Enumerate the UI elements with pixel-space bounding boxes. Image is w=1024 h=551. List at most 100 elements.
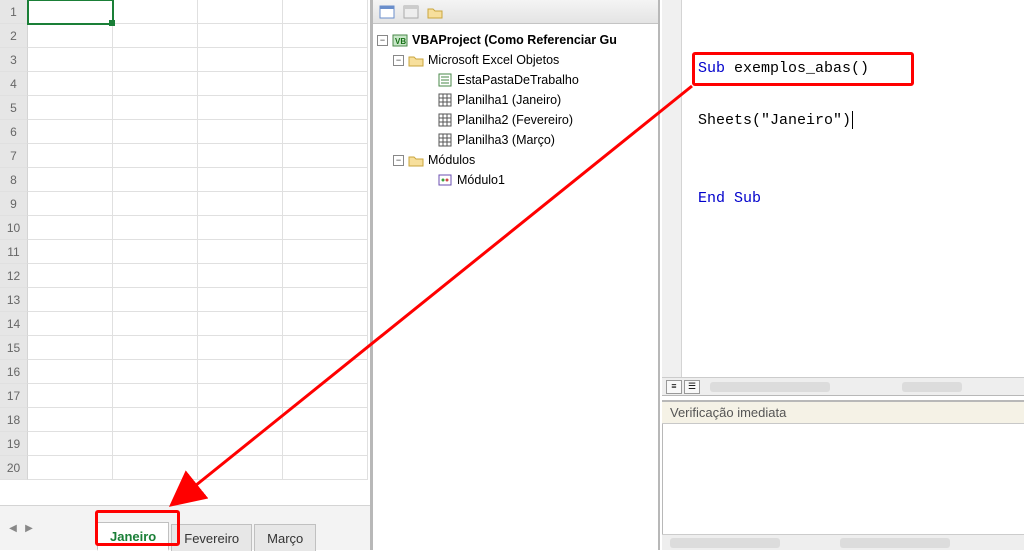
cell[interactable] xyxy=(198,360,283,384)
cell[interactable] xyxy=(28,336,113,360)
tab-scroll-next-icon[interactable]: ▶ xyxy=(22,519,36,537)
row-header[interactable]: 11 xyxy=(0,240,28,264)
cell[interactable] xyxy=(198,192,283,216)
cell[interactable] xyxy=(28,168,113,192)
cell[interactable] xyxy=(113,120,198,144)
row-header[interactable]: 2 xyxy=(0,24,28,48)
cell[interactable] xyxy=(198,48,283,72)
toggle-folders-icon[interactable] xyxy=(425,3,445,21)
horizontal-scrollbar[interactable] xyxy=(710,382,830,392)
cell[interactable] xyxy=(283,240,368,264)
row-header[interactable]: 4 xyxy=(0,72,28,96)
cell[interactable] xyxy=(198,456,283,480)
cell[interactable] xyxy=(283,192,368,216)
row-header[interactable]: 16 xyxy=(0,360,28,384)
row-header[interactable]: 15 xyxy=(0,336,28,360)
cell[interactable] xyxy=(113,264,198,288)
immediate-window[interactable] xyxy=(662,424,1024,534)
cell[interactable] xyxy=(198,216,283,240)
cell[interactable] xyxy=(113,432,198,456)
cell[interactable] xyxy=(28,48,113,72)
cell[interactable] xyxy=(198,0,283,24)
cell[interactable] xyxy=(283,216,368,240)
cell[interactable] xyxy=(28,456,113,480)
horizontal-scrollbar[interactable] xyxy=(902,382,962,392)
row-header[interactable]: 17 xyxy=(0,384,28,408)
row-header[interactable]: 1 xyxy=(0,0,28,24)
tree-item-sheet3[interactable]: Planilha3 (Março) xyxy=(377,130,654,150)
cell[interactable] xyxy=(113,408,198,432)
cell[interactable] xyxy=(28,96,113,120)
cell[interactable] xyxy=(283,120,368,144)
cell[interactable] xyxy=(283,72,368,96)
cell[interactable] xyxy=(198,336,283,360)
cell[interactable] xyxy=(198,120,283,144)
cell[interactable] xyxy=(198,24,283,48)
cell[interactable] xyxy=(28,432,113,456)
cell[interactable] xyxy=(283,144,368,168)
tree-item-sheet1[interactable]: Planilha1 (Janeiro) xyxy=(377,90,654,110)
cell[interactable] xyxy=(113,336,198,360)
cell[interactable] xyxy=(113,312,198,336)
row-header[interactable]: 10 xyxy=(0,216,28,240)
sheet-tab-janeiro[interactable]: Janeiro xyxy=(97,522,169,551)
tree-item-workbook[interactable]: EstaPastaDeTrabalho xyxy=(377,70,654,90)
cell[interactable] xyxy=(113,288,198,312)
cell[interactable] xyxy=(113,360,198,384)
cell[interactable] xyxy=(28,240,113,264)
cell[interactable] xyxy=(283,0,368,24)
cell[interactable] xyxy=(113,168,198,192)
cell[interactable] xyxy=(28,192,113,216)
cell[interactable] xyxy=(283,360,368,384)
row-header[interactable]: 7 xyxy=(0,144,28,168)
sheet-tab-fevereiro[interactable]: Fevereiro xyxy=(171,524,252,551)
sheet-tab-marco[interactable]: Março xyxy=(254,524,316,551)
project-tree[interactable]: − VB VBAProject (Como Referenciar Gu − M… xyxy=(373,24,658,196)
cell[interactable] xyxy=(198,432,283,456)
cell[interactable] xyxy=(283,264,368,288)
cell[interactable] xyxy=(113,72,198,96)
cell[interactable] xyxy=(113,384,198,408)
cell-A1[interactable] xyxy=(28,0,113,24)
row-header[interactable]: 14 xyxy=(0,312,28,336)
tree-folder-objects[interactable]: − Microsoft Excel Objetos xyxy=(377,50,654,70)
cell[interactable] xyxy=(113,48,198,72)
cell[interactable] xyxy=(198,168,283,192)
tree-folder-modules[interactable]: − Módulos xyxy=(377,150,654,170)
cell[interactable] xyxy=(198,288,283,312)
cell[interactable] xyxy=(113,456,198,480)
cell[interactable] xyxy=(283,336,368,360)
row-header[interactable]: 3 xyxy=(0,48,28,72)
view-code-icon[interactable] xyxy=(377,3,397,21)
cell[interactable] xyxy=(283,312,368,336)
cell[interactable] xyxy=(198,72,283,96)
cell[interactable] xyxy=(198,384,283,408)
collapse-icon[interactable]: − xyxy=(377,35,388,46)
row-header[interactable]: 5 xyxy=(0,96,28,120)
cell[interactable] xyxy=(28,288,113,312)
cell[interactable] xyxy=(113,216,198,240)
full-module-view-icon[interactable]: ☰ xyxy=(684,380,700,394)
cell-grid[interactable]: 1 2 3 4 5 6 7 8 9 10 11 12 13 14 15 16 1… xyxy=(0,0,370,505)
cell[interactable] xyxy=(283,168,368,192)
tab-scroll-prev-icon[interactable]: ◀ xyxy=(6,519,20,537)
cell[interactable] xyxy=(283,48,368,72)
procedure-view-icon[interactable]: ≡ xyxy=(666,380,682,394)
code-editor[interactable]: Sub exemplos_abas() Sheets("Janeiro") En… xyxy=(662,0,1024,396)
tree-project-root[interactable]: − VB VBAProject (Como Referenciar Gu xyxy=(377,30,654,50)
row-header[interactable]: 8 xyxy=(0,168,28,192)
cell[interactable] xyxy=(113,96,198,120)
cell[interactable] xyxy=(198,144,283,168)
cell[interactable] xyxy=(283,96,368,120)
cell[interactable] xyxy=(283,24,368,48)
cell[interactable] xyxy=(113,144,198,168)
cell[interactable] xyxy=(28,120,113,144)
cell[interactable] xyxy=(28,384,113,408)
row-header[interactable]: 13 xyxy=(0,288,28,312)
horizontal-scrollbar[interactable] xyxy=(840,538,950,548)
row-header[interactable]: 18 xyxy=(0,408,28,432)
collapse-icon[interactable]: − xyxy=(393,55,404,66)
cell[interactable] xyxy=(113,24,198,48)
cell[interactable] xyxy=(28,312,113,336)
cell[interactable] xyxy=(28,24,113,48)
